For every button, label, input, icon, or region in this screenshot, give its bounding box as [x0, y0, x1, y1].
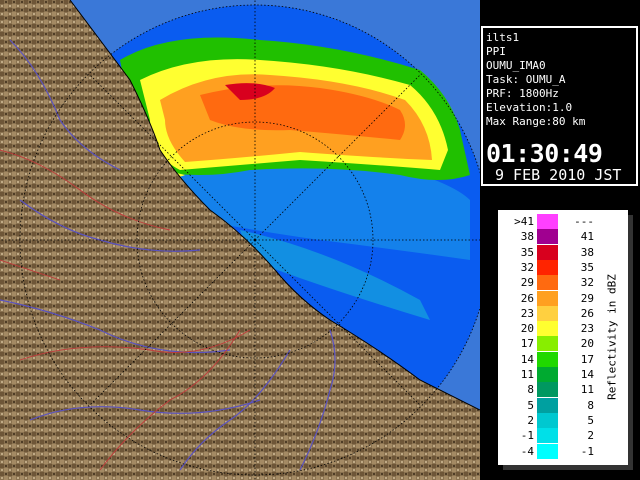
legend-lower-bound: 23	[520, 306, 534, 320]
legend-upper-bound: 26	[580, 306, 594, 320]
prf-value: PRF: 1800Hz	[486, 87, 559, 100]
legend-color-swatch	[537, 443, 558, 459]
legend-lower-bound: 20	[520, 322, 534, 336]
info-panel: ilts1 PPI OUMU_IMA0 Task: OUMU_A PRF: 18…	[481, 26, 638, 186]
product-name: OUMU_IMA0	[486, 59, 546, 72]
legend-upper-bound: 5	[587, 413, 594, 427]
legend-color-swatch	[537, 428, 558, 444]
legend-color-swatch	[537, 275, 558, 291]
legend-upper-bound: 14	[580, 368, 594, 381]
legend-lower-bound: 32	[520, 260, 534, 274]
reflectivity-legend: >41 --- 38 41 35 38 32 35 29 32 26 29 23 26 20 23 17 20 14…	[498, 210, 628, 465]
legend-upper-bound: 29	[580, 291, 594, 305]
radar-name: ilts1	[486, 31, 520, 44]
legend-upper-bound: 35	[580, 260, 594, 274]
legend-lower-bound: 26	[520, 291, 534, 305]
legend-lower-bound: 17	[520, 337, 534, 351]
legend-upper-bound: 41	[580, 230, 594, 244]
legend-color-swatch	[537, 336, 558, 352]
scan-time: 01:30:49	[486, 139, 603, 168]
legend-unit-label: Reflectivity in dBZ	[605, 274, 619, 400]
legend-upper-bound: -1	[580, 444, 594, 458]
legend-upper-bound: ---	[574, 215, 594, 228]
legend-color-swatch	[537, 367, 558, 382]
legend-color-swatch	[537, 351, 558, 367]
legend-color-swatch	[537, 412, 558, 428]
legend-lower-bound: -1	[520, 429, 534, 443]
legend-lower-bound: 2	[527, 413, 534, 427]
legend-color-swatch	[537, 305, 558, 321]
legend-lower-bound: 38	[520, 230, 534, 244]
legend-color-swatch	[537, 382, 558, 398]
legend-color-swatch	[537, 229, 558, 245]
legend-upper-bound: 20	[580, 337, 594, 351]
legend-lower-bound: 8	[527, 383, 534, 397]
legend-upper-bound: 32	[580, 276, 594, 290]
radar-ppi-display	[0, 0, 480, 480]
legend-color-swatch	[537, 321, 558, 337]
legend-color-swatch	[537, 397, 558, 413]
legend-upper-bound: 8	[587, 398, 594, 412]
legend-color-swatch	[537, 290, 558, 306]
legend-lower-bound: 14	[520, 352, 534, 366]
scan-type: PPI	[486, 45, 506, 58]
legend-color-swatch	[537, 214, 558, 229]
legend-lower-bound: >41	[514, 215, 534, 228]
scan-date: 9 FEB 2010 JST	[495, 166, 622, 184]
legend-upper-bound: 38	[580, 245, 594, 259]
legend-lower-bound: 5	[527, 398, 534, 412]
max-range-value: Max Range:80 km	[486, 115, 586, 128]
legend-upper-bound: 11	[580, 383, 594, 397]
legend-upper-bound: 23	[580, 322, 594, 336]
legend-color-swatch	[537, 259, 558, 275]
task-name: Task: OUMU_A	[486, 73, 566, 86]
legend-lower-bound: 11	[520, 368, 534, 381]
legend-lower-bound: 29	[520, 276, 534, 290]
legend-lower-bound: -4	[520, 444, 534, 458]
legend-lower-bound: 35	[520, 245, 534, 259]
legend-upper-bound: 17	[580, 352, 594, 366]
legend-upper-bound: 2	[587, 429, 594, 443]
legend-color-swatch	[537, 244, 558, 260]
elevation-value: Elevation:1.0	[486, 101, 573, 114]
